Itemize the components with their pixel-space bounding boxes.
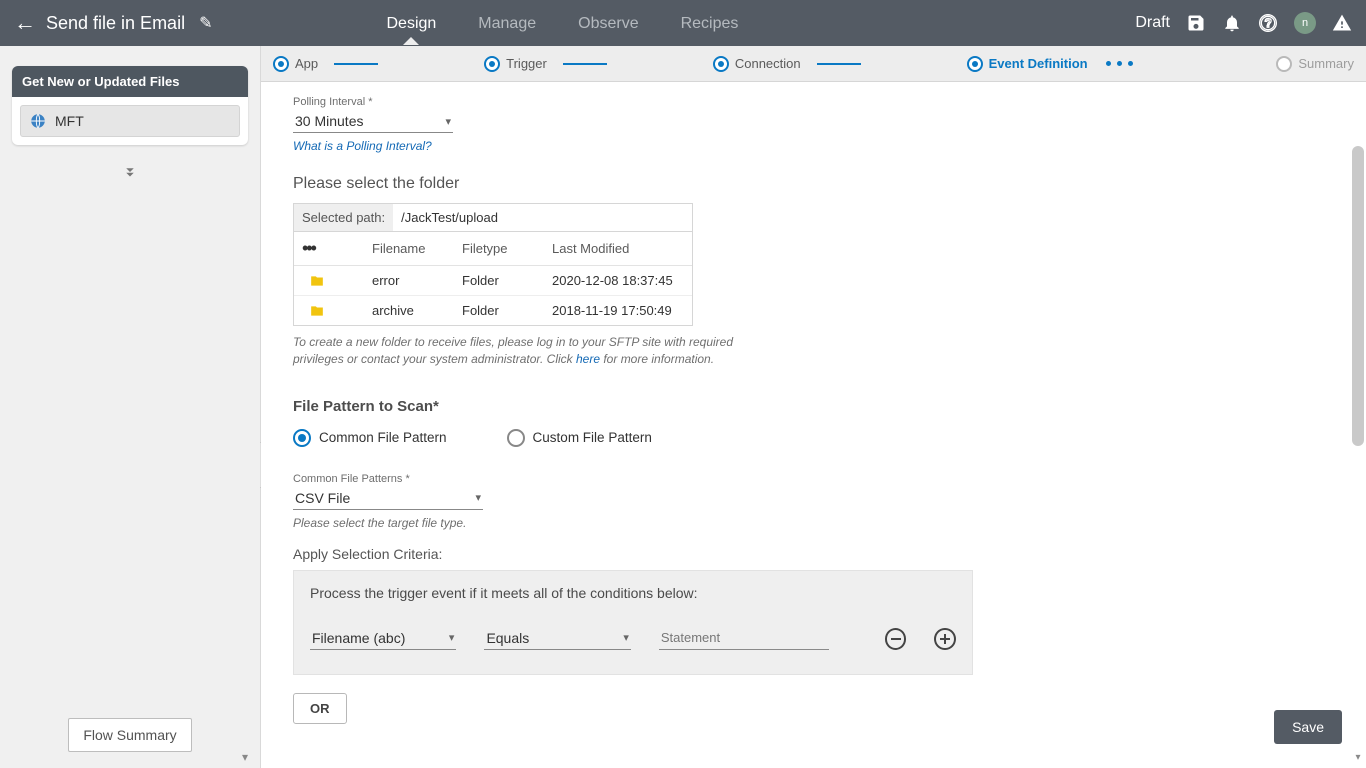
common-pattern-label: Common File Patterns * [293, 473, 1334, 485]
caret-down-icon: ▾ [445, 115, 451, 128]
tab-design[interactable]: Design [382, 5, 440, 41]
folder-row[interactable]: error Folder 2020-12-08 18:37:45 [294, 266, 692, 296]
criteria-statement-input[interactable] [659, 626, 829, 650]
col-filename: Filename [372, 241, 462, 256]
common-pattern-select[interactable]: CSV File ▾ [293, 487, 483, 510]
caret-down-icon: ▾ [623, 631, 629, 644]
bell-icon[interactable] [1222, 13, 1242, 33]
help-icon[interactable] [1258, 13, 1278, 33]
sidebar-item-mft[interactable]: MFT [20, 105, 240, 137]
tab-observe[interactable]: Observe [574, 5, 642, 41]
warning-icon[interactable] [1332, 13, 1352, 33]
trigger-panel-title: Get New or Updated Files [12, 66, 248, 97]
or-group-button[interactable]: OR [293, 693, 347, 724]
criteria-box-text: Process the trigger event if it meets al… [310, 585, 956, 601]
scrollbar[interactable]: ▾ [1350, 46, 1366, 768]
common-pattern-help: Please select the target file type. [293, 516, 1334, 530]
save-icon[interactable] [1186, 13, 1206, 33]
step-progress-dots [1106, 61, 1133, 66]
tab-manage[interactable]: Manage [474, 5, 540, 41]
form-scroll-area: Polling Interval * 30 Minutes ▾ What is … [261, 82, 1366, 768]
folder-browser: Selected path: /JackTest/upload ••• File… [293, 203, 693, 326]
status-label: Draft [1135, 14, 1170, 32]
caret-down-icon: ▾ [449, 631, 455, 644]
folder-row[interactable]: archive Folder 2018-11-19 17:50:49 [294, 296, 692, 325]
remove-condition-button[interactable] [885, 628, 907, 650]
folder-hint-link[interactable]: here [576, 352, 600, 366]
progress-stepper: App Trigger Connection Event Definition … [261, 46, 1366, 82]
save-button[interactable]: Save [1274, 710, 1342, 744]
polling-help-link[interactable]: What is a Polling Interval? [293, 139, 432, 153]
step-app[interactable]: App [273, 56, 318, 72]
back-arrow-icon[interactable]: ← [14, 10, 36, 36]
folder-icon [302, 274, 372, 288]
polling-interval-select[interactable]: 30 Minutes ▾ [293, 110, 453, 133]
step-summary[interactable]: Summary [1276, 56, 1354, 72]
polling-value: 30 Minutes [295, 113, 363, 129]
left-sidebar: Get New or Updated Files MFT Flow Summar… [0, 46, 261, 768]
radio-custom-pattern[interactable]: Custom File Pattern [507, 429, 652, 447]
radio-common-pattern[interactable]: Common File Pattern [293, 429, 447, 447]
selected-path-value: /JackTest/upload [393, 204, 692, 231]
trigger-panel: Get New or Updated Files MFT [12, 66, 248, 145]
main-content: App Trigger Connection Event Definition … [261, 46, 1366, 768]
globe-icon [29, 112, 47, 130]
app-header: ← Send file in Email ✎ Design Manage Obs… [0, 0, 1366, 46]
avatar[interactable]: n [1294, 12, 1316, 34]
sidebar-item-label: MFT [55, 113, 84, 129]
selected-path-label: Selected path: [294, 204, 393, 231]
criteria-field-select[interactable]: Filename (abc)▾ [310, 627, 456, 650]
criteria-box: Process the trigger event if it meets al… [293, 570, 973, 675]
folder-hint: To create a new folder to receive files,… [293, 334, 773, 368]
common-pattern-value: CSV File [295, 490, 350, 506]
col-filetype: Filetype [462, 241, 552, 256]
col-modified: Last Modified [552, 241, 684, 256]
edit-title-icon[interactable]: ✎ [199, 13, 212, 33]
add-condition-button[interactable] [934, 628, 956, 650]
folder-up-icon[interactable]: ••• [302, 238, 372, 259]
folder-section-title: Please select the folder [293, 175, 1334, 193]
polling-label: Polling Interval * [293, 96, 1334, 108]
tab-recipes[interactable]: Recipes [677, 5, 743, 41]
criteria-operator-select[interactable]: Equals▾ [484, 627, 630, 650]
folder-icon [302, 304, 372, 318]
step-trigger[interactable]: Trigger [484, 56, 547, 72]
header-tabs: Design Manage Observe Recipes [382, 5, 742, 41]
scroll-down-icon[interactable]: ▾ [1352, 752, 1364, 766]
apply-criteria-label: Apply Selection Criteria: [293, 546, 1334, 562]
caret-down-icon: ▾ [475, 491, 481, 504]
page-title: Send file in Email [46, 13, 185, 34]
flow-summary-button[interactable]: Flow Summary [68, 718, 191, 752]
step-event-definition[interactable]: Event Definition [967, 56, 1088, 72]
sidebar-scroll-down-icon[interactable]: ▾ [242, 750, 256, 764]
expand-panel-icon[interactable] [12, 163, 248, 186]
step-connection[interactable]: Connection [713, 56, 801, 72]
scrollbar-thumb[interactable] [1352, 146, 1364, 446]
pattern-section-title: File Pattern to Scan* [293, 398, 1334, 415]
